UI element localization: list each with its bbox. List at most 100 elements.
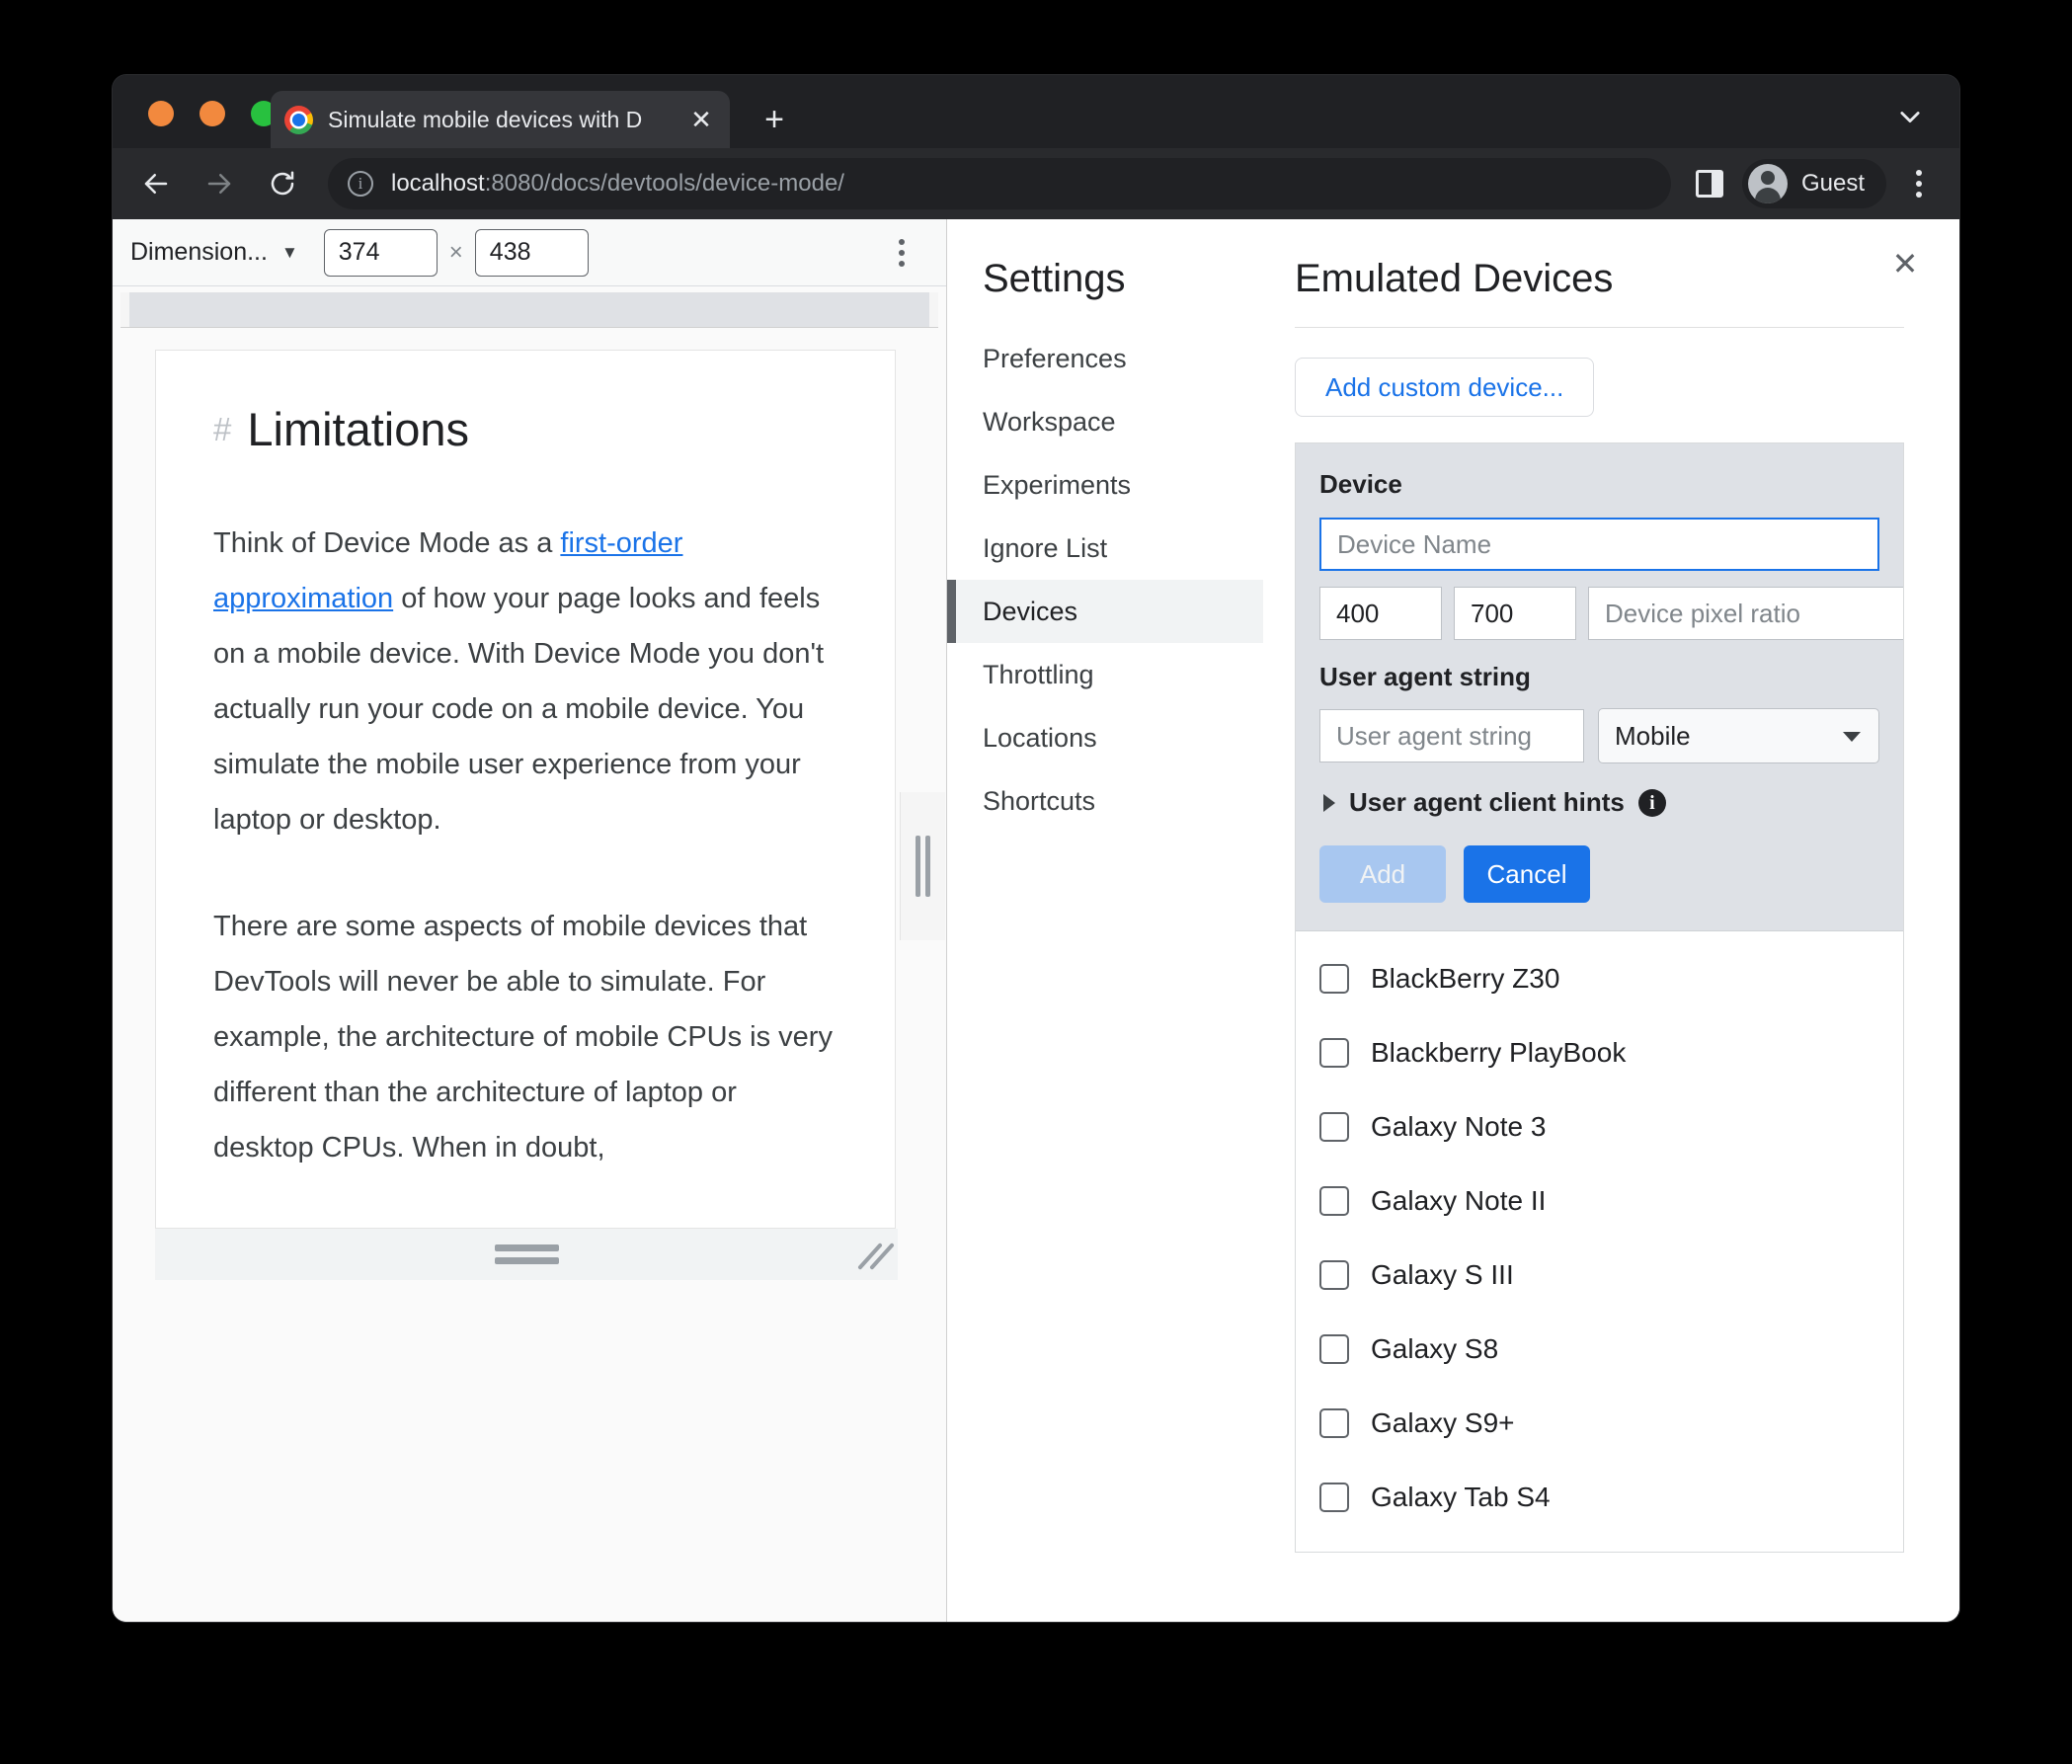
sidebar-item-label: Shortcuts bbox=[983, 785, 1096, 816]
close-icon[interactable]: ✕ bbox=[686, 107, 716, 132]
address-bar[interactable]: i localhost:8080/docs/devtools/device-mo… bbox=[328, 158, 1671, 209]
sidebar-item-locations[interactable]: Locations bbox=[947, 706, 1263, 769]
list-item[interactable]: BlackBerry Z30 bbox=[1296, 941, 1903, 1015]
device-name: Galaxy Note 3 bbox=[1371, 1110, 1547, 1142]
cancel-button[interactable]: Cancel bbox=[1464, 845, 1590, 903]
kebab-menu-icon[interactable] bbox=[1892, 157, 1946, 210]
back-arrow-icon[interactable] bbox=[128, 156, 184, 211]
device-checkbox[interactable] bbox=[1319, 963, 1349, 994]
expander-triangle-icon bbox=[1323, 793, 1335, 812]
emulated-devices-panel: Device User agent string Mobile bbox=[1295, 442, 1904, 1553]
info-icon[interactable]: i bbox=[1637, 788, 1666, 817]
profile-button[interactable]: Guest bbox=[1741, 159, 1886, 208]
device-name: Blackberry PlayBook bbox=[1371, 1036, 1627, 1068]
devtools-settings-dialog: Settings Preferences Workspace Experimen… bbox=[947, 219, 1959, 1622]
settings-main-pane: ✕ Emulated Devices Add custom device... … bbox=[1263, 219, 1959, 1622]
form-actions: Add Cancel bbox=[1319, 845, 1879, 903]
device-name: Galaxy S8 bbox=[1371, 1332, 1499, 1364]
new-tab-button[interactable]: + bbox=[753, 99, 796, 142]
device-mode-toolbar: Dimension... ▼ × bbox=[113, 219, 946, 286]
emulated-devices-heading: Emulated Devices bbox=[1295, 257, 1904, 328]
paragraph-1-before: Think of Device Mode as a bbox=[213, 527, 561, 559]
chevron-down-icon[interactable] bbox=[1884, 93, 1936, 140]
sidebar-item-label: Ignore List bbox=[983, 532, 1108, 563]
dimension-separator: × bbox=[448, 238, 463, 266]
reload-icon[interactable] bbox=[255, 156, 310, 211]
settings-sidebar: Settings Preferences Workspace Experimen… bbox=[947, 219, 1263, 1622]
toolbar-right-group: Guest bbox=[1683, 157, 1959, 210]
user-agent-client-hints-toggle[interactable]: User agent client hints i bbox=[1323, 787, 1879, 818]
list-item[interactable]: Blackberry PlayBook bbox=[1296, 1015, 1903, 1089]
window-close-button[interactable] bbox=[148, 101, 174, 126]
browser-toolbar: i localhost:8080/docs/devtools/device-mo… bbox=[113, 148, 1959, 219]
user-agent-string-input[interactable] bbox=[1319, 709, 1584, 762]
viewport-resize-handle-bottom[interactable] bbox=[155, 1229, 898, 1280]
sidebar-item-label: Preferences bbox=[983, 343, 1127, 373]
device-name: Galaxy Note II bbox=[1371, 1184, 1547, 1216]
page-title: # Limitations bbox=[213, 402, 837, 456]
add-device-button[interactable]: Add bbox=[1319, 845, 1446, 903]
browser-tab[interactable]: Simulate mobile devices with D ✕ bbox=[271, 91, 730, 148]
info-circle-icon[interactable]: i bbox=[348, 171, 373, 197]
sidebar-item-label: Workspace bbox=[983, 406, 1116, 437]
device-checkbox[interactable] bbox=[1319, 1407, 1349, 1438]
device-checkbox-list: BlackBerry Z30 Blackberry PlayBook Galax… bbox=[1296, 931, 1903, 1552]
url-path: :8080/docs/devtools/device-mode/ bbox=[484, 170, 844, 197]
heading-anchor-icon[interactable]: # bbox=[213, 411, 231, 448]
viewport-ruler[interactable] bbox=[120, 292, 938, 328]
list-item[interactable]: Galaxy S8 bbox=[1296, 1312, 1903, 1386]
list-item[interactable]: Galaxy S III bbox=[1296, 1238, 1903, 1312]
list-item[interactable]: Galaxy Tab S4 bbox=[1296, 1460, 1903, 1534]
device-mode-panel: Dimension... ▼ × # Limitations bbox=[113, 219, 947, 1622]
device-checkbox[interactable] bbox=[1319, 1333, 1349, 1364]
device-size-row bbox=[1319, 587, 1903, 640]
device-checkbox[interactable] bbox=[1319, 1111, 1349, 1142]
sidebar-item-experiments[interactable]: Experiments bbox=[947, 453, 1263, 517]
sidebar-item-workspace[interactable]: Workspace bbox=[947, 390, 1263, 453]
device-checkbox[interactable] bbox=[1319, 1037, 1349, 1068]
device-preset-dropdown[interactable]: Dimension... ▼ bbox=[130, 238, 298, 267]
content-area: Dimension... ▼ × # Limitations bbox=[113, 219, 1959, 1622]
custom-device-form: Device User agent string Mobile bbox=[1296, 443, 1903, 931]
viewport-height-input[interactable] bbox=[474, 228, 589, 277]
list-item[interactable]: Galaxy Note II bbox=[1296, 1163, 1903, 1238]
caret-down-icon: ▼ bbox=[280, 242, 298, 262]
device-name: BlackBerry Z30 bbox=[1371, 962, 1560, 994]
paragraph-2: There are some aspects of mobile devices… bbox=[213, 911, 833, 1163]
emulated-viewport: # Limitations Think of Device Mode as a … bbox=[155, 350, 896, 1229]
list-item[interactable]: Galaxy S9+ bbox=[1296, 1386, 1903, 1460]
device-mode-more-options-icon[interactable] bbox=[875, 226, 928, 280]
viewport-resize-handle-right[interactable] bbox=[900, 792, 945, 940]
sidebar-item-preferences[interactable]: Preferences bbox=[947, 327, 1263, 390]
window-minimize-button[interactable] bbox=[199, 101, 225, 126]
paragraph-1-after: of how your page looks and feels on a mo… bbox=[213, 583, 825, 836]
viewport-resize-corner-handle[interactable] bbox=[857, 1243, 895, 1272]
device-section-label: Device bbox=[1319, 469, 1402, 499]
viewport-width-input[interactable] bbox=[323, 228, 438, 277]
window-controls bbox=[148, 101, 277, 126]
settings-title: Settings bbox=[983, 257, 1126, 300]
device-width-input[interactable] bbox=[1319, 587, 1442, 640]
sidebar-item-devices[interactable]: Devices bbox=[947, 580, 1263, 643]
device-checkbox[interactable] bbox=[1319, 1185, 1349, 1216]
user-agent-row: Mobile bbox=[1319, 708, 1879, 763]
side-panel-icon[interactable] bbox=[1683, 157, 1736, 210]
list-item[interactable]: Galaxy Note 3 bbox=[1296, 1089, 1903, 1163]
sidebar-item-shortcuts[interactable]: Shortcuts bbox=[947, 769, 1263, 833]
sidebar-item-ignore-list[interactable]: Ignore List bbox=[947, 517, 1263, 580]
sidebar-item-throttling[interactable]: Throttling bbox=[947, 643, 1263, 706]
paragraph-1: Think of Device Mode as a first-order ap… bbox=[213, 516, 837, 847]
device-pixel-ratio-input[interactable] bbox=[1588, 587, 1903, 640]
close-icon[interactable]: ✕ bbox=[1882, 241, 1928, 286]
forward-arrow-icon[interactable] bbox=[192, 156, 247, 211]
device-viewport-stage: # Limitations Think of Device Mode as a … bbox=[113, 328, 946, 1280]
browser-window: Simulate mobile devices with D ✕ + i loc… bbox=[113, 75, 1959, 1622]
device-height-input[interactable] bbox=[1454, 587, 1576, 640]
device-checkbox[interactable] bbox=[1319, 1482, 1349, 1512]
device-name-input[interactable] bbox=[1319, 518, 1879, 571]
add-custom-device-button[interactable]: Add custom device... bbox=[1295, 358, 1595, 417]
device-checkbox[interactable] bbox=[1319, 1259, 1349, 1290]
user-agent-type-select[interactable]: Mobile bbox=[1598, 708, 1879, 763]
user-agent-type-selected: Mobile bbox=[1615, 720, 1691, 751]
url-text: localhost:8080/docs/devtools/device-mode… bbox=[391, 170, 844, 198]
